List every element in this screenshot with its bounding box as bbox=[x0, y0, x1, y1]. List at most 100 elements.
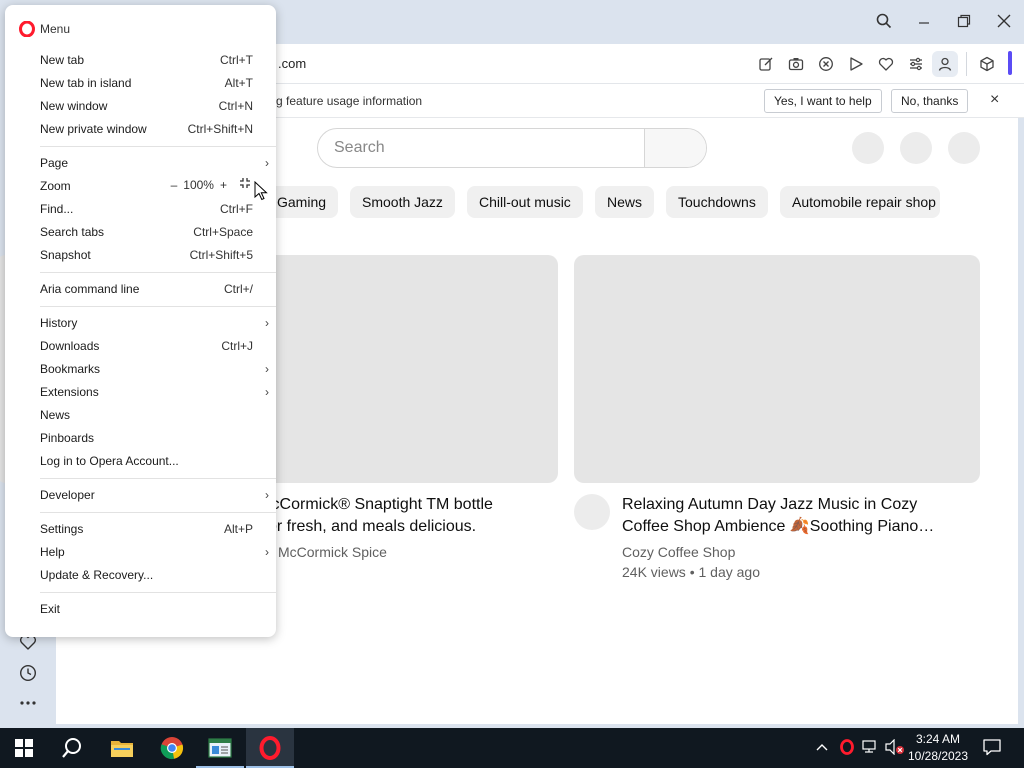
chip-chill-out-music[interactable]: Chill-out music bbox=[467, 186, 583, 218]
no-thanks-button[interactable]: No, thanks bbox=[891, 89, 969, 113]
menu-item-bookmarks[interactable]: Bookmarks › bbox=[5, 358, 276, 381]
menu-item-label: News bbox=[40, 408, 71, 422]
network-tray-icon[interactable] bbox=[862, 739, 880, 760]
restore-button[interactable] bbox=[951, 8, 977, 34]
menu-divider bbox=[40, 478, 276, 479]
close-window-button[interactable] bbox=[991, 8, 1017, 34]
menu-item-snapshot[interactable]: Snapshot Ctrl+Shift+5 bbox=[5, 244, 276, 267]
yes-help-button[interactable]: Yes, I want to help bbox=[764, 89, 882, 113]
volume-muted-tray-icon[interactable] bbox=[885, 738, 905, 760]
heart-icon[interactable] bbox=[876, 54, 896, 74]
header-circle-3[interactable] bbox=[948, 132, 980, 164]
menu-item-shortcut: Alt+T bbox=[224, 76, 253, 90]
menu-item-label: Search tabs bbox=[40, 225, 105, 239]
edit-icon[interactable] bbox=[756, 54, 776, 74]
menu-divider bbox=[40, 146, 276, 147]
app-window-icon[interactable] bbox=[196, 728, 244, 768]
video-thumbnail-2[interactable] bbox=[574, 255, 980, 483]
chip-news[interactable]: News bbox=[595, 186, 655, 218]
submenu-arrow-icon: › bbox=[265, 488, 269, 502]
menu-item-pinboards[interactable]: Pinboards bbox=[5, 427, 276, 450]
browser-search-icon[interactable] bbox=[871, 8, 897, 34]
url-text[interactable]: .com bbox=[278, 56, 306, 71]
notifications-icon[interactable] bbox=[982, 738, 1002, 761]
menu-item-new-tab[interactable]: New tab Ctrl+T bbox=[5, 49, 276, 72]
video-title-1-line2[interactable]: or fresh, and meals delicious. bbox=[268, 516, 476, 538]
menu-item-exit[interactable]: Exit bbox=[5, 598, 276, 621]
menu-item-log-in[interactable]: Log in to Opera Account... bbox=[5, 450, 276, 473]
opera-tray-icon[interactable] bbox=[839, 739, 855, 760]
zoom-in-button[interactable]: + bbox=[217, 178, 230, 192]
profile-icon[interactable] bbox=[932, 51, 958, 77]
fullscreen-icon[interactable] bbox=[236, 177, 254, 192]
taskbar-clock-time[interactable]: 3:24 AM bbox=[903, 732, 973, 746]
menu-item-shortcut: Ctrl+Shift+5 bbox=[189, 248, 253, 262]
menu-item-label: Extensions bbox=[40, 385, 99, 399]
cube-icon[interactable] bbox=[977, 54, 997, 74]
menu-item-aria-command-line[interactable]: Aria command line Ctrl+/ bbox=[5, 278, 276, 301]
header-circle-2[interactable] bbox=[900, 132, 932, 164]
menu-item-label: Page bbox=[40, 156, 69, 170]
video-channel-2[interactable]: Cozy Coffee Shop bbox=[622, 544, 735, 560]
video-title-2-line1[interactable]: Relaxing Autumn Day Jazz Music in Cozy bbox=[622, 494, 917, 516]
youtube-search-button[interactable] bbox=[644, 129, 706, 167]
chip-automobile-repair[interactable]: Automobile repair shop bbox=[780, 186, 940, 218]
windows-taskbar: 3:24 AM 10/28/2023 bbox=[0, 728, 1024, 768]
taskbar-search-icon[interactable] bbox=[48, 728, 96, 768]
menu-item-new-tab-island[interactable]: New tab in island Alt+T bbox=[5, 72, 276, 95]
video-channel-1[interactable]: McCormick Spice bbox=[278, 544, 387, 560]
opera-logo-icon bbox=[19, 21, 35, 37]
opera-taskbar-icon[interactable] bbox=[246, 728, 294, 768]
menu-item-label: Exit bbox=[40, 602, 61, 616]
minimize-button[interactable] bbox=[911, 8, 937, 34]
history-clock-icon[interactable] bbox=[16, 661, 40, 685]
submenu-arrow-icon: › bbox=[265, 316, 269, 330]
mouse-cursor-icon bbox=[254, 181, 268, 201]
close-infobar-icon[interactable]: × bbox=[990, 91, 999, 109]
menu-divider bbox=[40, 272, 276, 273]
youtube-search-input[interactable] bbox=[318, 129, 644, 167]
menu-item-downloads[interactable]: Downloads Ctrl+J bbox=[5, 335, 276, 358]
menu-item-extensions[interactable]: Extensions › bbox=[5, 381, 276, 404]
menu-item-help[interactable]: Help › bbox=[5, 541, 276, 564]
menu-item-settings[interactable]: Settings Alt+P bbox=[5, 518, 276, 541]
sidebar-accent-indicator bbox=[1008, 51, 1012, 75]
info-bar-message: g feature usage information bbox=[276, 94, 423, 108]
menu-item-history[interactable]: History › bbox=[5, 312, 276, 335]
menu-item-label: Snapshot bbox=[40, 248, 91, 262]
more-dots-icon[interactable] bbox=[16, 691, 40, 715]
channel-avatar-2[interactable] bbox=[574, 494, 610, 530]
menu-item-news[interactable]: News bbox=[5, 404, 276, 427]
menu-item-new-window[interactable]: New window Ctrl+N bbox=[5, 95, 276, 118]
menu-item-new-private-window[interactable]: New private window Ctrl+Shift+N bbox=[5, 118, 276, 141]
windows-start-icon[interactable] bbox=[0, 728, 48, 768]
taskbar-clock-date[interactable]: 10/28/2023 bbox=[903, 749, 973, 763]
zoom-out-button[interactable]: – bbox=[168, 178, 181, 192]
chip-touchdowns[interactable]: Touchdowns bbox=[666, 186, 768, 218]
menu-item-shortcut: Ctrl+Shift+N bbox=[187, 122, 253, 136]
video-title-1-line1[interactable]: lcCormick® Snaptight TM bottle bbox=[268, 494, 493, 516]
menu-item-update-recovery[interactable]: Update & Recovery... bbox=[5, 564, 276, 587]
adblock-icon[interactable] bbox=[816, 54, 836, 74]
send-icon[interactable] bbox=[846, 54, 866, 74]
menu-item-label: Zoom bbox=[40, 179, 71, 193]
submenu-arrow-icon: › bbox=[265, 362, 269, 376]
menu-item-page[interactable]: Page › bbox=[5, 152, 276, 175]
chip-smooth-jazz[interactable]: Smooth Jazz bbox=[350, 186, 455, 218]
menu-item-label: Bookmarks bbox=[40, 362, 101, 376]
easy-setup-icon[interactable] bbox=[906, 54, 926, 74]
tray-overflow-icon[interactable] bbox=[815, 740, 829, 759]
menu-item-find[interactable]: Find... Ctrl+F bbox=[5, 198, 276, 221]
file-explorer-icon[interactable] bbox=[98, 728, 146, 768]
header-circle-1[interactable] bbox=[852, 132, 884, 164]
chrome-icon[interactable] bbox=[148, 728, 196, 768]
menu-item-search-tabs[interactable]: Search tabs Ctrl+Space bbox=[5, 221, 276, 244]
menu-item-label: Settings bbox=[40, 522, 84, 536]
opera-main-menu: Menu New tab Ctrl+T New tab in island Alt+… bbox=[5, 5, 276, 637]
camera-icon[interactable] bbox=[786, 54, 806, 74]
menu-header: Menu bbox=[19, 19, 70, 39]
menu-item-developer[interactable]: Developer › bbox=[5, 484, 276, 507]
menu-item-label: New private window bbox=[40, 122, 147, 136]
video-title-2-line2[interactable]: Coffee Shop Ambience 🍂Soothing Piano… bbox=[622, 516, 934, 538]
menu-item-shortcut: Ctrl+/ bbox=[223, 282, 253, 296]
